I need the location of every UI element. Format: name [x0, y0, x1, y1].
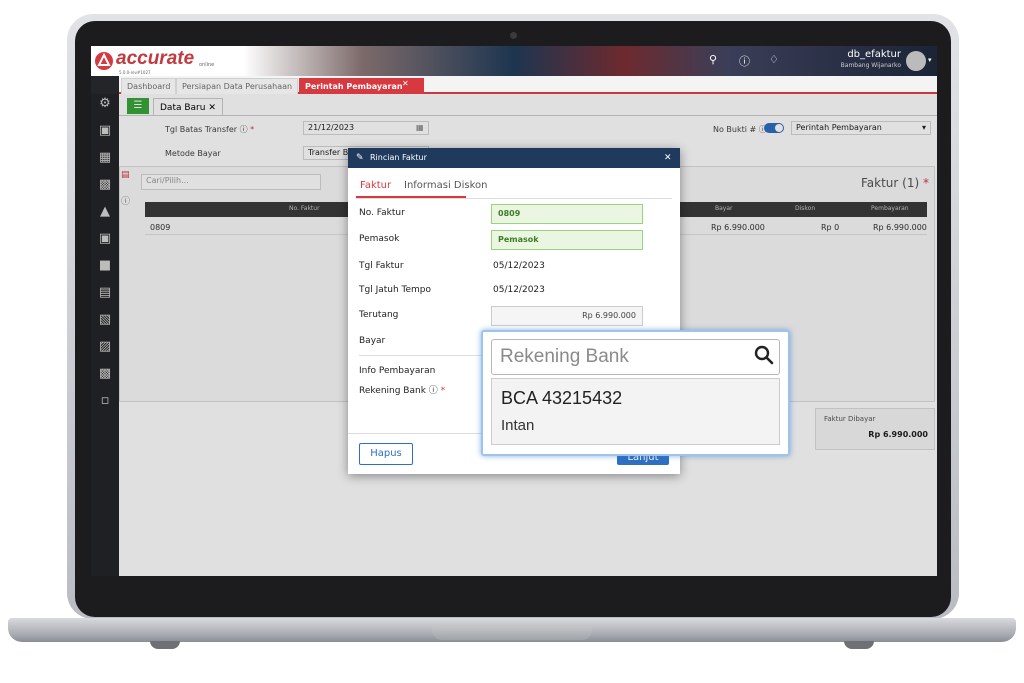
top-bar: accurate online 5.0.0-rev#1027 ⚲ ⓘ ♢ db_…	[91, 46, 937, 76]
rekening-placeholder: Rekening Bank	[500, 346, 629, 367]
logo-text: accurate	[116, 48, 195, 69]
list-item[interactable]: BCA 43215432 Intan	[491, 378, 780, 445]
laptop-notch	[432, 626, 592, 640]
tab-label: Perintah Pembayaran	[305, 82, 403, 91]
no-faktur-label: No. Faktur	[359, 208, 405, 218]
search-icon[interactable]	[754, 345, 774, 369]
laptop-foot	[844, 641, 874, 649]
pemasok-field[interactable]: Pemasok	[491, 230, 643, 250]
divider	[356, 198, 672, 199]
no-faktur-field[interactable]: 0809	[491, 204, 643, 224]
tgl-faktur-label: Tgl Faktur	[359, 261, 404, 271]
chevron-down-icon[interactable]: ▾	[928, 56, 932, 64]
modal-title: Rincian Faktur	[370, 153, 427, 162]
tab-informasi-diskon[interactable]: Informasi Diskon	[404, 180, 487, 191]
terutang-field: Rp 6.990.000	[491, 306, 643, 326]
option-title: BCA 43215432	[501, 388, 623, 408]
close-icon[interactable]: ✕	[402, 79, 409, 88]
db-name: db_efaktur	[847, 49, 901, 60]
user-name: Bambang Wijanarko	[840, 62, 901, 69]
bell-icon[interactable]: ♢	[769, 53, 779, 66]
tgl-faktur-value: 05/12/2023	[493, 261, 545, 271]
camera-icon	[510, 32, 517, 39]
search-icon[interactable]: ⚲	[709, 53, 717, 66]
jatuh-tempo-label: Tgl Jatuh Tempo	[359, 285, 432, 295]
terutang-label: Terutang	[359, 310, 399, 320]
version-text: 5.0.0-rev#1027	[119, 70, 151, 75]
hapus-button[interactable]: Hapus	[359, 443, 413, 465]
pencil-icon: ✎	[356, 153, 364, 163]
tab-faktur[interactable]: Faktur	[360, 180, 391, 191]
info-pembayaran-label: Info Pembayaran	[359, 366, 436, 376]
rekening-search-input[interactable]: Rekening Bank	[491, 339, 780, 375]
logo-sub: online	[199, 62, 215, 68]
rekening-bank-dropdown: Rekening Bank BCA 43215432 Intan	[481, 330, 790, 456]
option-sub: Intan	[501, 417, 535, 434]
tab-persiapan-data[interactable]: Persiapan Data Perusahaan	[176, 78, 299, 94]
tab-dashboard[interactable]: Dashboard	[121, 78, 177, 94]
avatar[interactable]	[906, 51, 926, 71]
logo-icon	[95, 52, 113, 70]
rekening-bank-label: Rekening Bank ⓘ *	[359, 386, 446, 396]
laptop-foot	[150, 641, 180, 649]
close-icon[interactable]: ✕	[664, 148, 672, 168]
bayar-label: Bayar	[359, 336, 386, 346]
tab-bar: Dashboard Persiapan Data Perusahaan Peri…	[119, 76, 937, 94]
app-screen: accurate online 5.0.0-rev#1027 ⚲ ⓘ ♢ db_…	[91, 46, 937, 576]
jatuh-tempo-value: 05/12/2023	[493, 285, 545, 295]
divider	[359, 355, 489, 356]
pemasok-label: Pemasok	[359, 234, 400, 244]
modal-header: ✎ Rincian Faktur ✕	[348, 148, 680, 168]
help-icon[interactable]: ⓘ	[739, 53, 750, 69]
